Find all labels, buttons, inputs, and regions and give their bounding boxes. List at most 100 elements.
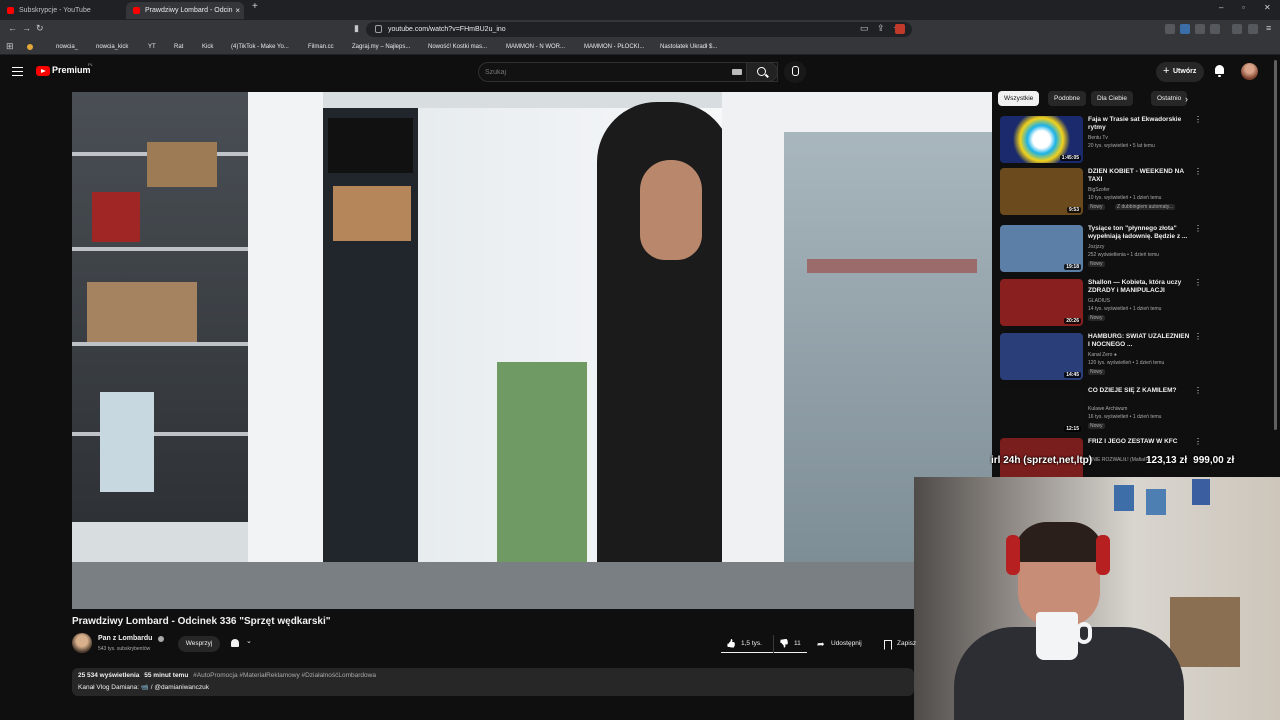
account-avatar[interactable] <box>1241 63 1258 80</box>
address-bar[interactable]: youtube.com/watch?v=FHmBU2u_ino <box>366 22 912 37</box>
search-button[interactable] <box>746 62 778 82</box>
extension-icon[interactable] <box>1165 24 1175 34</box>
close-window-button[interactable]: ✕ <box>1264 3 1271 12</box>
related-video-channel[interactable]: BigSzofer <box>1088 187 1110 193</box>
dislike-button[interactable]: 11 <box>773 635 807 653</box>
search-box[interactable] <box>478 62 778 82</box>
wallet-icon[interactable] <box>1248 24 1258 34</box>
video-thumbnail[interactable]: 20:26 <box>1000 279 1083 326</box>
more-options-icon[interactable]: ⋮ <box>1194 116 1202 124</box>
apps-icon[interactable]: ⊞ <box>6 41 14 52</box>
bookmark-item[interactable]: Kick <box>192 39 213 55</box>
related-video-meta: 20 tys. wyświetleń • 5 lat temu <box>1088 143 1155 149</box>
related-video-channel[interactable]: GLADIUS <box>1088 298 1110 304</box>
related-video-title[interactable]: FRIZ I JEGO ZESTAW W KFC <box>1088 438 1190 446</box>
video-frame-panel <box>497 362 587 567</box>
related-video-channel[interactable]: Kanał Zero ● <box>1088 352 1117 358</box>
chevron-right-icon[interactable]: › <box>1185 94 1188 104</box>
bookmark-item[interactable]: MAMMON - N WOR... <box>496 39 565 55</box>
back-icon[interactable]: ← <box>8 23 17 33</box>
bookmark-page-icon[interactable]: ▮ <box>354 23 359 34</box>
related-video-item[interactable]: 19:18 Tysiące ton "płynnego złota" wypełn… <box>1000 225 1202 275</box>
related-video-item[interactable]: 9:53 DZIEŃ KOBIET - WEEKEND NA TAXI BigSzo… <box>1000 168 1202 218</box>
more-options-icon[interactable]: ⋮ <box>1194 225 1202 233</box>
bookmark-folder[interactable] <box>26 39 46 55</box>
notifications-bell-icon[interactable] <box>1214 65 1225 77</box>
related-video-title[interactable]: Faja w Trasie sat Ekwadorskie rytmy <box>1088 116 1190 132</box>
bookmark-item[interactable]: nowcia_kick <box>86 39 128 55</box>
related-video-channel[interactable]: Jozjzzy <box>1088 244 1104 250</box>
chip-recent[interactable]: Ostatnio <box>1151 91 1187 106</box>
extension-icon[interactable] <box>1180 24 1190 34</box>
bookmark-item[interactable]: Filman.cc <box>298 39 334 55</box>
extension-icon[interactable] <box>1195 24 1205 34</box>
support-button[interactable]: Wesprzyj <box>178 636 220 652</box>
related-video-channel[interactable]: MNIE ROZWALIŁ! (MafiaIRL) <box>1088 457 1153 463</box>
video-thumbnail[interactable]: 9:53 <box>1000 168 1083 215</box>
related-video-item[interactable]: 1:45:05 Faja w Trasie sat Ekwadorskie ryt… <box>1000 116 1202 166</box>
bookmark-item[interactable]: Zagraj.my – Najleps... <box>342 39 410 55</box>
browser-tab-active[interactable]: Prawdziwy Lombard - Odcin × <box>126 2 244 19</box>
description-box[interactable]: 25 534 wyświetlenia 55 minut temu #AutoP… <box>72 668 914 696</box>
bookmark-item[interactable]: Nowość! Kostki mas... <box>418 39 487 55</box>
related-video-title[interactable]: Shallon — Kobieta, która uczy ZDRADY i M… <box>1088 279 1190 295</box>
puzzle-icon[interactable] <box>1210 24 1220 34</box>
video-thumbnail[interactable]: 12:15 <box>1000 387 1083 434</box>
share-button[interactable]: Udostępnij <box>812 635 872 653</box>
video-thumbnail[interactable]: 19:18 <box>1000 225 1083 272</box>
create-button[interactable]: Utwórz <box>1156 61 1204 82</box>
notification-settings-button[interactable]: ⌄ <box>226 636 260 652</box>
video-player[interactable] <box>72 92 992 609</box>
reload-icon[interactable]: ↻ <box>36 23 44 34</box>
close-tab-icon[interactable]: × <box>235 2 240 19</box>
minimize-button[interactable]: – <box>1219 3 1223 12</box>
browser-tab-subscriptions[interactable]: Subskrypcje - YouTube <box>0 2 124 19</box>
related-video-title[interactable]: CO DZIEJE SIĘ Z KAMILEM? <box>1088 387 1190 395</box>
chip-similar[interactable]: Podobne <box>1048 91 1087 106</box>
bookmark-item[interactable]: (4)TikTok - Make Yo... <box>221 39 289 55</box>
more-options-icon[interactable]: ⋮ <box>1194 168 1202 176</box>
youtube-logo-icon[interactable] <box>36 66 50 76</box>
channel-name[interactable]: Pan z Lombardu <box>98 635 152 642</box>
more-options-icon[interactable]: ⋮ <box>1194 387 1202 395</box>
keyboard-icon[interactable] <box>732 69 742 75</box>
save-button[interactable]: Zapisz <box>878 635 918 653</box>
voice-search-button[interactable] <box>784 61 806 83</box>
bookmark-item[interactable]: nowcia_ <box>46 39 78 55</box>
video-thumbnail[interactable]: 1:45:05 <box>1000 116 1083 163</box>
cast-icon[interactable]: ▭ <box>860 23 869 34</box>
like-button[interactable]: 1,5 tys. <box>721 635 771 653</box>
scrollbar-thumb[interactable] <box>1274 60 1277 430</box>
bookmark-item[interactable]: YT <box>138 39 156 55</box>
more-options-icon[interactable]: ⋮ <box>1194 279 1202 287</box>
related-video-item[interactable]: 20:26 Shallon — Kobieta, która uczy ZDRAD… <box>1000 279 1202 329</box>
chip-all[interactable]: Wszystkie <box>998 91 1040 106</box>
menu-icon[interactable]: ≡ <box>1266 23 1271 33</box>
media-icon[interactable] <box>1232 24 1242 34</box>
share-page-icon[interactable]: ⇪ <box>877 23 885 34</box>
chip-for-you[interactable]: Dla Ciebie <box>1091 91 1133 106</box>
forward-icon[interactable]: → <box>22 23 31 33</box>
hashtags[interactable]: #AutoPromocja #MateriałReklamowy #Działa… <box>193 672 376 679</box>
related-video-item[interactable]: 14:45 HAMBURG: ŚWIAT UZALEŻNIEŃ I NOCNEGO… <box>1000 333 1202 383</box>
related-video-channel[interactable]: Kulawe Archiwum <box>1088 406 1127 412</box>
related-video-title[interactable]: DZIEŃ KOBIET - WEEKEND NA TAXI <box>1088 168 1190 184</box>
brave-shield-icon[interactable] <box>895 24 905 34</box>
video-thumbnail[interactable]: 14:45 <box>1000 333 1083 380</box>
new-tab-button[interactable]: + <box>252 1 258 12</box>
maximize-button[interactable]: ▫ <box>1242 3 1245 12</box>
more-options-icon[interactable]: ⋮ <box>1194 333 1202 341</box>
more-options-icon[interactable]: ⋮ <box>1194 438 1202 446</box>
related-video-title[interactable]: Tysiące ton "płynnego złota" wypełniają … <box>1088 225 1190 241</box>
related-video-title[interactable]: HAMBURG: ŚWIAT UZALEŻNIEŃ I NOCNEGO ... <box>1088 333 1190 349</box>
hamburger-menu-icon[interactable] <box>12 67 23 76</box>
bookmark-item[interactable]: Nastolatek Ukradł $... <box>650 39 717 55</box>
related-video-item[interactable]: 12:15 CO DZIEJE SIĘ Z KAMILEM? Kulawe Arch… <box>1000 387 1202 437</box>
bookmark-item[interactable]: Rat <box>164 39 183 55</box>
channel-avatar[interactable] <box>72 633 92 653</box>
site-info-icon[interactable] <box>375 25 382 33</box>
youtube-premium-label[interactable]: Premium <box>52 65 91 75</box>
bookmark-item[interactable]: MAMMON - PŁOCKI... <box>574 39 644 55</box>
search-input[interactable] <box>485 65 725 79</box>
related-video-channel[interactable]: Bentu Tv <box>1088 135 1108 141</box>
